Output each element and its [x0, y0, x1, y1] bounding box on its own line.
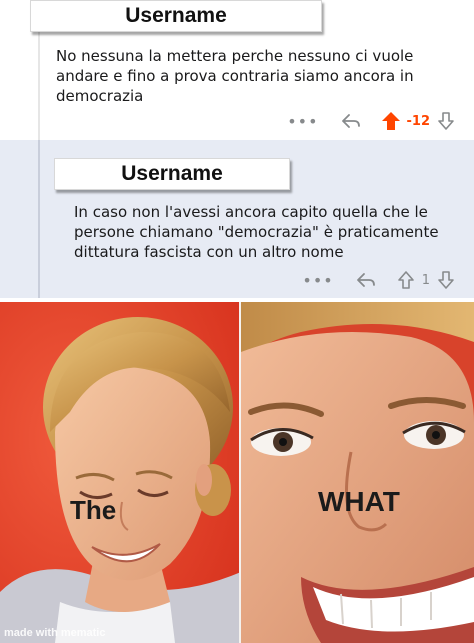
- reply-icon[interactable]: [341, 113, 361, 129]
- more-options-icon[interactable]: •••: [302, 271, 333, 290]
- watermark: made with mematic: [4, 627, 106, 639]
- upvote-arrow-icon[interactable]: [381, 111, 401, 131]
- comment-body: In caso non l'avessi ancora capito quell…: [74, 203, 439, 261]
- more-options-icon[interactable]: •••: [287, 112, 318, 131]
- username-label[interactable]: Username: [54, 158, 290, 190]
- meme-caption-right: WHAT: [318, 486, 400, 517]
- reply-icon[interactable]: [356, 272, 376, 288]
- thread-line[interactable]: [38, 140, 40, 298]
- vote-score: 1: [421, 272, 430, 288]
- downvote-arrow-icon[interactable]: [436, 111, 456, 131]
- upvote-arrow-icon[interactable]: [396, 270, 416, 290]
- comment-body: No nessuna la mettera perche nessuno ci …: [56, 47, 414, 105]
- comment-actions: ••• 1: [302, 268, 456, 292]
- comment-1: Username No nessuna la mettera perche ne…: [0, 0, 474, 140]
- comment-actions: ••• -12: [287, 109, 456, 133]
- meme-left-panel: The: [0, 302, 241, 643]
- meme-caption-left: The: [70, 495, 117, 525]
- comment-2: Username In caso non l'avessi ancora cap…: [0, 140, 474, 298]
- username-label[interactable]: Username: [30, 0, 322, 32]
- meme-right-panel: WHAT: [241, 302, 474, 643]
- woman-closeup-illustration: [241, 302, 474, 643]
- vote-score: -12: [406, 113, 431, 129]
- meme-image: The WHAT made with mematic: [0, 302, 474, 643]
- downvote-arrow-icon[interactable]: [436, 270, 456, 290]
- woman-smiling-illustration: [0, 302, 241, 643]
